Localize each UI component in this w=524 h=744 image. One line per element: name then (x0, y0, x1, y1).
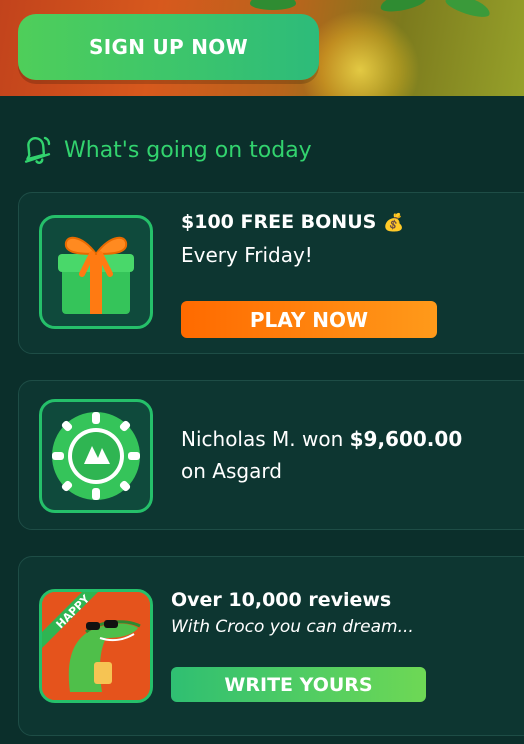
hero-banner: SIGN UP NOW (0, 0, 524, 96)
winner-card: Nicholas M. won $9,600.00 on Asgard (18, 380, 524, 530)
bonus-subtitle: Every Friday! (181, 243, 313, 267)
bonus-title: $100 FREE BONUS 💰 (181, 211, 404, 233)
gift-tile (39, 215, 153, 329)
play-now-button[interactable]: PLAY NOW (181, 301, 437, 338)
chip-tile (39, 399, 153, 513)
bonus-card: $100 FREE BONUS 💰 Every Friday! PLAY NOW (18, 192, 524, 354)
sign-up-button[interactable]: SIGN UP NOW (18, 14, 319, 80)
casino-chip-icon (52, 412, 140, 500)
leaf-decoration (443, 0, 493, 21)
reviews-title: Over 10,000 reviews (171, 589, 392, 611)
reviews-subtitle: With Croco you can dream... (171, 617, 414, 637)
money-bag-icon: 💰 (382, 213, 405, 233)
winner-line: Nicholas M. won $9,600.00 (181, 427, 462, 451)
bonus-title-text: $100 FREE BONUS (181, 211, 377, 233)
gift-icon (58, 236, 134, 314)
section-title: What's going on today (64, 137, 312, 163)
happy-croco-icon: HAPPY (42, 592, 150, 700)
win-amount: $9,600.00 (349, 427, 463, 451)
winner-name: Nicholas M. won (181, 427, 350, 451)
leaf-decoration (378, 0, 428, 15)
leaf-decoration (250, 0, 296, 10)
croco-tile: HAPPY (39, 589, 153, 703)
reviews-card: HAPPY Over 10,000 reviews With Croco you… (18, 556, 524, 736)
write-yours-button[interactable]: WRITE YOURS (171, 667, 426, 702)
section-header: What's going on today (18, 132, 312, 168)
game-name: on Asgard (181, 459, 282, 483)
bell-icon (24, 136, 51, 164)
